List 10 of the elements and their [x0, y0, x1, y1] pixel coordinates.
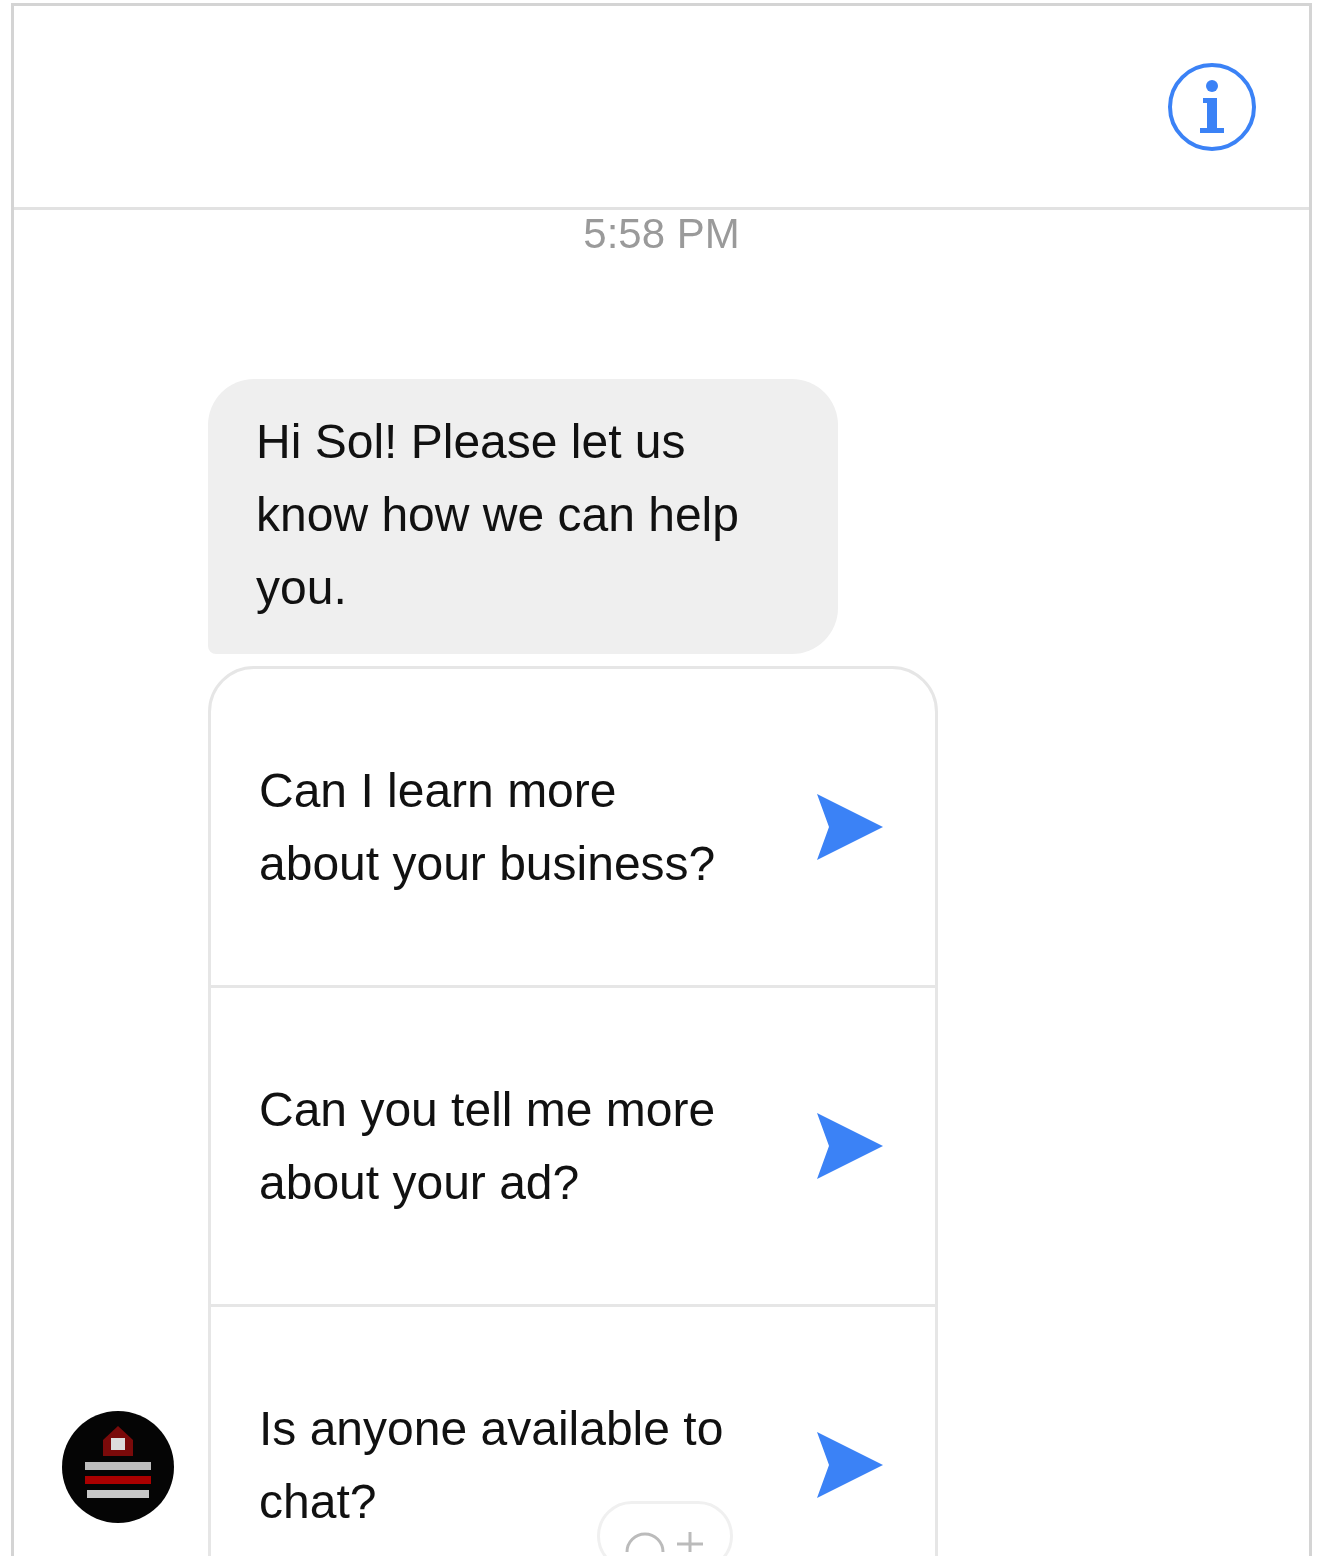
quick-reply-option[interactable]: Can I learn more about your business?: [211, 669, 935, 988]
send-icon: [815, 792, 885, 862]
send-icon: [815, 1430, 885, 1500]
avatar-icon: [61, 1410, 175, 1524]
message-bubble: Hi Sol! Please let us know how we can help you.: [208, 379, 838, 654]
send-icon: [815, 1111, 885, 1181]
info-icon[interactable]: [1167, 61, 1257, 152]
timestamp: 5:58 PM: [582, 210, 741, 258]
quick-reply-option[interactable]: Can you tell me more about your ad?: [211, 988, 935, 1307]
reaction-button[interactable]: [597, 1501, 733, 1556]
